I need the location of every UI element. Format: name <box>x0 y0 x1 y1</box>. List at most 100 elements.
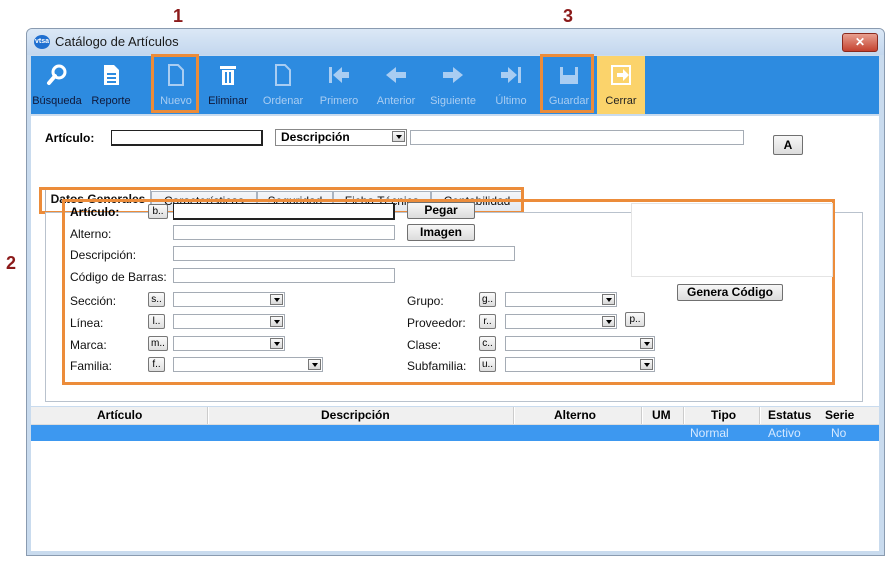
catalogo-window: vtsa Catálogo de Artículos ✕ Búsqueda Re… <box>26 28 885 556</box>
primero-label: Primero <box>319 95 359 107</box>
col-um[interactable]: UM <box>652 408 671 422</box>
form-alterno-label: Alterno: <box>70 227 112 241</box>
chevron-down-icon[interactable] <box>392 131 405 142</box>
table-row[interactable]: Normal Activo No <box>31 425 879 441</box>
s-lookup-button[interactable]: s.. <box>148 292 165 307</box>
col-divider <box>641 407 643 424</box>
cerrar-button[interactable]: Cerrar <box>597 56 645 114</box>
col-tipo[interactable]: Tipo <box>711 408 736 422</box>
callout-1: 1 <box>173 6 184 26</box>
col-estatus[interactable]: Estatus <box>768 408 811 422</box>
form-articulo-label: Artículo: <box>70 205 120 219</box>
col-divider <box>207 407 209 424</box>
callout-2: 2 <box>6 253 17 273</box>
seccion-combo[interactable] <box>173 292 285 307</box>
g-lookup-button[interactable]: g.. <box>479 292 496 307</box>
previous-arrow-icon <box>386 67 406 83</box>
siguiente-button[interactable]: Siguiente <box>425 56 481 114</box>
primero-button[interactable]: Primero <box>313 56 365 114</box>
descripcion-search-label: Descripción <box>281 130 350 144</box>
c-lookup-button[interactable]: c.. <box>479 336 496 351</box>
ordenar-button[interactable]: Ordenar <box>257 56 309 114</box>
form-codigo-barras-input[interactable] <box>173 268 395 283</box>
l-lookup-button[interactable]: l.. <box>148 314 165 329</box>
form-familia-label: Familia: <box>70 359 113 373</box>
form-alterno-input[interactable] <box>173 225 395 240</box>
highlight-guardar <box>540 54 594 113</box>
col-alterno[interactable]: Alterno <box>554 408 596 422</box>
col-divider <box>683 407 685 424</box>
form-grupo-label: Grupo: <box>407 294 444 308</box>
chevron-down-icon[interactable] <box>270 316 283 327</box>
f-lookup-button[interactable]: f.. <box>148 357 165 372</box>
form-descripcion-label: Descripción: <box>70 248 137 262</box>
grid-header: Artículo Descripción Alterno UM Tipo Est… <box>31 407 879 425</box>
highlight-nuevo <box>151 54 199 113</box>
col-divider <box>513 407 515 424</box>
busqueda-button[interactable]: Búsqueda <box>31 56 83 114</box>
form-seccion-label: Sección: <box>70 294 117 308</box>
close-window-button[interactable]: ✕ <box>842 33 878 52</box>
a-button[interactable]: A <box>773 135 803 155</box>
window-title: Catálogo de Artículos <box>55 34 179 49</box>
descripcion-search-input[interactable] <box>410 130 744 145</box>
linea-combo[interactable] <box>173 314 285 329</box>
siguiente-label: Siguiente <box>430 95 476 107</box>
form-linea-label: Línea: <box>70 316 104 330</box>
chevron-down-icon[interactable] <box>270 294 283 305</box>
articulos-grid: Artículo Descripción Alterno UM Tipo Est… <box>31 407 879 551</box>
sort-document-icon <box>275 64 291 86</box>
genera-codigo-button[interactable]: Genera Código <box>677 284 783 301</box>
chevron-down-icon[interactable] <box>602 316 615 327</box>
chevron-down-icon[interactable] <box>270 338 283 349</box>
clase-combo[interactable] <box>505 336 655 351</box>
p-lookup-button[interactable]: p.. <box>625 312 645 327</box>
ultimo-button[interactable]: Último <box>487 56 535 114</box>
pegar-button[interactable]: Pegar <box>407 202 475 219</box>
trash-icon <box>220 66 236 85</box>
descripcion-search-combo[interactable]: Descripción <box>275 129 407 146</box>
reporte-button[interactable]: Reporte <box>83 56 139 114</box>
first-record-icon <box>329 67 349 83</box>
form-proveedor-label: Proveedor: <box>407 316 466 330</box>
exit-icon <box>611 65 631 85</box>
chevron-down-icon[interactable] <box>602 294 615 305</box>
proveedor-combo[interactable] <box>505 314 617 329</box>
chevron-down-icon[interactable] <box>308 359 321 370</box>
anterior-button[interactable]: Anterior <box>369 56 423 114</box>
imagen-button[interactable]: Imagen <box>407 224 475 241</box>
marca-combo[interactable] <box>173 336 285 351</box>
ultimo-label: Último <box>495 95 527 107</box>
form-descripcion-input[interactable] <box>173 246 515 261</box>
busqueda-label: Búsqueda <box>32 95 82 107</box>
main-panel: Artículo: Descripción A Datos Generales … <box>31 116 879 406</box>
image-preview <box>631 203 833 277</box>
col-serie[interactable]: Serie <box>825 408 854 422</box>
articulo-search-input[interactable] <box>111 130 263 146</box>
eliminar-label: Eliminar <box>208 95 248 107</box>
b-lookup-button[interactable]: b.. <box>148 204 168 219</box>
form-articulo-input[interactable] <box>173 203 395 220</box>
chevron-down-icon[interactable] <box>640 338 653 349</box>
cerrar-label: Cerrar <box>605 95 637 107</box>
u-lookup-button[interactable]: u.. <box>479 357 496 372</box>
eliminar-button[interactable]: Eliminar <box>203 56 253 114</box>
chevron-down-icon[interactable] <box>640 359 653 370</box>
cell-estatus: Activo <box>768 426 801 440</box>
search-icon <box>47 64 67 85</box>
r-lookup-button[interactable]: r.. <box>479 314 496 329</box>
cell-serie: No <box>831 426 847 440</box>
ordenar-label: Ordenar <box>262 95 304 107</box>
subfamilia-combo[interactable] <box>505 357 655 372</box>
form-codigo-barras-label: Código de Barras: <box>70 270 167 284</box>
familia-combo[interactable] <box>173 357 323 372</box>
form-subfamilia-label: Subfamilia: <box>407 359 467 373</box>
form-marca-label: Marca: <box>70 338 107 352</box>
next-arrow-icon <box>443 67 463 83</box>
col-divider <box>759 407 761 424</box>
m-lookup-button[interactable]: m.. <box>148 336 168 351</box>
col-articulo[interactable]: Artículo <box>97 408 142 422</box>
col-descripcion[interactable]: Descripción <box>321 408 390 422</box>
anterior-label: Anterior <box>376 95 416 107</box>
grupo-combo[interactable] <box>505 292 617 307</box>
